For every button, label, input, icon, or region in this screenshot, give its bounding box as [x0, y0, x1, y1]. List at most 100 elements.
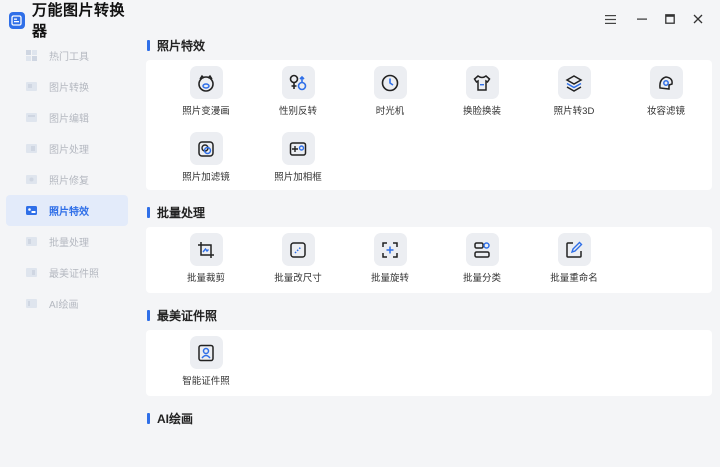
effects-tool-grid: 照片变漫画 性别反转 时光机 换脸换装 照片转3D 妆容滤镜 照片加滤镜 照片加… — [146, 60, 712, 202]
tool-batch-crop[interactable]: 批量裁剪 — [160, 233, 252, 299]
section-title-text: AI绘画 — [157, 411, 194, 426]
app-title: 万能图片转换器 — [31, 2, 125, 40]
tool-time-machine[interactable]: 时光机 — [344, 66, 436, 132]
minimize-icon — [637, 11, 647, 29]
tool-label: 批量旋转 — [370, 273, 409, 284]
close-icon — [693, 11, 703, 29]
section-accent-bar — [147, 309, 150, 321]
tool-label: 时光机 — [375, 106, 405, 117]
sidebar-nav: 热门工具 图片转换 图片编辑 图片处理 照片修复 照片特效 批量处理 最美证件照… — [0, 40, 134, 319]
tool-label: 照片变漫画 — [182, 106, 230, 117]
effects-icon — [25, 204, 38, 217]
sidebar-item-edit[interactable]: 图片编辑 — [6, 102, 128, 133]
sidebar-item-label: 图片转换 — [49, 83, 89, 94]
sidebar-item-label: 照片修复 — [49, 176, 89, 187]
sidebar-item-label: 批量处理 — [49, 238, 89, 249]
tool-makeup-filter[interactable]: 妆容滤镜 — [620, 66, 712, 132]
sidebar-item-process[interactable]: 图片处理 — [6, 133, 128, 164]
filter-icon — [189, 132, 223, 165]
id-card-icon — [189, 336, 223, 369]
tool-label: 换脸换装 — [462, 106, 501, 117]
sidebar-item-effects[interactable]: 照片特效 — [6, 195, 128, 226]
id-photo-icon — [25, 266, 38, 279]
tool-label: 照片加相框 — [274, 172, 322, 183]
menu-button[interactable] — [596, 11, 624, 29]
tool-label: 批量改尺寸 — [274, 273, 322, 284]
ai-paint-icon — [25, 297, 38, 310]
sidebar-item-id-photo[interactable]: 最美证件照 — [6, 257, 128, 288]
main-content: 照片特效 照片变漫画 性别反转 时光机 换脸换装 照片转3D 妆容滤镜 照片加滤… — [134, 36, 720, 467]
section-title-text: 照片特效 — [157, 38, 206, 53]
tool-gender-swap[interactable]: 性别反转 — [252, 66, 344, 132]
section-accent-bar — [147, 206, 150, 218]
tool-batch-rotate[interactable]: 批量旋转 — [344, 233, 436, 299]
process-icon — [25, 142, 38, 155]
tool-label: 妆容滤镜 — [646, 106, 685, 117]
rename-icon — [557, 233, 591, 266]
tool-label: 照片加滤镜 — [182, 172, 230, 183]
sidebar-item-label: 最美证件照 — [49, 269, 99, 280]
hamburger-icon — [604, 11, 616, 29]
sidebar-item-ai-paint[interactable]: AI绘画 — [6, 288, 128, 319]
rotate-icon — [373, 233, 407, 266]
sidebar-item-label: AI绘画 — [49, 300, 79, 311]
tool-batch-rename[interactable]: 批量重命名 — [528, 233, 620, 299]
effects-card: 照片变漫画 性别反转 时光机 换脸换装 照片转3D 妆容滤镜 照片加滤镜 照片加… — [146, 60, 712, 190]
tool-photo-frame[interactable]: 照片加相框 — [252, 132, 344, 198]
section-title-ai-paint: AI绘画 — [134, 409, 720, 427]
section-title-id-photo: 最美证件照 — [134, 306, 720, 324]
tool-label: 照片转3D — [553, 106, 595, 117]
maximize-icon — [665, 11, 675, 29]
sidebar-item-convert[interactable]: 图片转换 — [6, 71, 128, 102]
sidebar-item-label: 热门工具 — [49, 52, 89, 63]
section-accent-bar — [147, 39, 150, 51]
resize-icon — [281, 233, 315, 266]
section-title-effects: 照片特效 — [134, 36, 720, 54]
id-photo-tool-grid: 智能证件照 — [146, 330, 712, 406]
sidebar-item-label: 图片编辑 — [49, 114, 89, 125]
tool-smart-id-photo[interactable]: 智能证件照 — [160, 336, 252, 402]
cartoon-face-icon — [189, 66, 223, 99]
tool-photo-filter[interactable]: 照片加滤镜 — [160, 132, 252, 198]
sidebar-item-hot-tools[interactable]: 热门工具 — [6, 40, 128, 71]
sidebar: 万能图片转换器 热门工具 图片转换 图片编辑 图片处理 照片修复 照片特效 批量… — [0, 0, 134, 467]
sidebar-item-repair[interactable]: 照片修复 — [6, 164, 128, 195]
batch-icon — [25, 235, 38, 248]
id-photo-card: 智能证件照 — [146, 330, 712, 396]
tool-label: 批量分类 — [462, 273, 501, 284]
tool-photo-to-3d[interactable]: 照片转3D — [528, 66, 620, 132]
tool-face-swap[interactable]: 换脸换装 — [436, 66, 528, 132]
batch-card: 批量裁剪 批量改尺寸 批量旋转 批量分类 批量重命名 — [146, 227, 712, 293]
batch-tool-grid: 批量裁剪 批量改尺寸 批量旋转 批量分类 批量重命名 — [146, 227, 712, 303]
section-accent-bar — [147, 412, 150, 424]
tool-label: 性别反转 — [278, 106, 317, 117]
edit-icon — [25, 111, 38, 124]
layers-3d-icon — [557, 66, 591, 99]
time-machine-icon — [373, 66, 407, 99]
app-logo-icon — [9, 11, 25, 29]
maximize-button[interactable] — [656, 11, 684, 29]
tool-batch-classify[interactable]: 批量分类 — [436, 233, 528, 299]
tool-label: 批量重命名 — [550, 273, 598, 284]
fire-icon — [25, 49, 38, 62]
minimize-button[interactable] — [628, 11, 656, 29]
shirt-icon — [465, 66, 499, 99]
sidebar-item-batch[interactable]: 批量处理 — [6, 226, 128, 257]
makeup-icon — [649, 66, 683, 99]
sidebar-item-label: 图片处理 — [49, 145, 89, 156]
section-title-batch: 批量处理 — [134, 203, 720, 221]
tool-photo-to-cartoon[interactable]: 照片变漫画 — [160, 66, 252, 132]
tool-label: 智能证件照 — [182, 376, 230, 387]
tool-batch-resize[interactable]: 批量改尺寸 — [252, 233, 344, 299]
crop-icon — [189, 233, 223, 266]
app-brand: 万能图片转换器 — [0, 0, 134, 40]
window-controls — [596, 11, 712, 29]
sidebar-item-label: 照片特效 — [49, 207, 89, 218]
classify-icon — [465, 233, 499, 266]
section-title-text: 最美证件照 — [157, 308, 218, 323]
frame-icon — [281, 132, 315, 165]
close-button[interactable] — [684, 11, 712, 29]
tool-label: 批量裁剪 — [186, 273, 225, 284]
convert-icon — [25, 80, 38, 93]
section-title-text: 批量处理 — [157, 205, 206, 220]
